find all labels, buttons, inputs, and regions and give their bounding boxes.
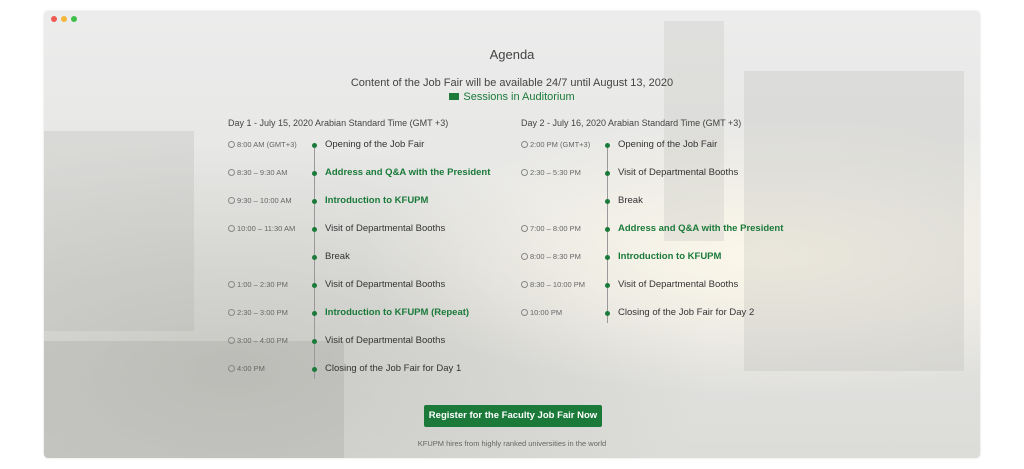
session-label: Opening of the Job Fair <box>618 139 718 150</box>
auditorium-session-label[interactable]: Introduction to KFUPM <box>325 195 428 206</box>
timeline-bullet <box>312 283 317 288</box>
clock-icon <box>228 197 235 204</box>
session-time-text: 8:00 AM (GMT+3) <box>237 140 297 149</box>
timeline-bullet <box>312 367 317 372</box>
session-time: 2:30 – 5:30 PM <box>521 168 581 177</box>
auditorium-session-label[interactable]: Address and Q&A with the President <box>618 223 783 234</box>
clock-icon <box>521 169 528 176</box>
background-building <box>744 71 964 371</box>
clock-icon <box>228 365 235 372</box>
register-button[interactable]: Register for the Faculty Job Fair Now <box>424 405 602 427</box>
session-label: Break <box>618 195 643 206</box>
browser-window: Agenda Content of the Job Fair will be a… <box>44 11 980 458</box>
session-time-text: 10:00 PM <box>530 308 563 317</box>
session-time: 8:00 AM (GMT+3) <box>228 140 297 149</box>
window-controls <box>51 16 77 22</box>
day2-schedule: Day 2 - July 16, 2020 Arabian Standard T… <box>521 118 783 323</box>
session-label: Opening of the Job Fair <box>325 139 425 150</box>
session-time: 8:30 – 10:00 PM <box>521 280 585 289</box>
session-time-text: 3:00 – 4:00 PM <box>237 336 288 345</box>
timeline-bullet <box>312 227 317 232</box>
timeline-bullet <box>312 311 317 316</box>
clock-icon <box>228 141 235 148</box>
page-title: Agenda <box>489 47 535 62</box>
auditorium-session-label[interactable]: Address and Q&A with the President <box>325 167 490 178</box>
session-time-text: 8:30 – 9:30 AM <box>237 168 288 177</box>
timeline-bullet <box>605 283 610 288</box>
timeline-bullet <box>312 171 317 176</box>
session-time: 8:30 – 9:30 AM <box>228 168 287 177</box>
session-label: Visit of Departmental Booths <box>618 167 739 178</box>
clock-icon <box>521 309 528 316</box>
timeline-bullet <box>312 143 317 148</box>
timeline-bullet <box>605 227 610 232</box>
clock-icon <box>521 281 528 288</box>
session-time: 10:00 PM <box>521 308 562 317</box>
session-time-text: 8:00 – 8:30 PM <box>530 252 581 261</box>
session-label: Closing of the Job Fair for Day 1 <box>325 363 462 374</box>
session-time: 2:00 PM (GMT+3) <box>521 140 590 149</box>
legend-label: Sessions in Auditorium <box>463 91 575 103</box>
auditorium-session-label[interactable]: Introduction to KFUPM <box>618 251 721 262</box>
timeline-bullet <box>605 199 610 204</box>
timeline-bullet <box>605 255 610 260</box>
clock-icon <box>521 253 528 260</box>
background-building <box>44 131 194 331</box>
session-time-text: 1:00 – 2:30 PM <box>237 280 288 289</box>
session-time-text: 8:30 – 10:00 PM <box>530 280 586 289</box>
session-time-text: 7:00 – 8:00 PM <box>530 224 581 233</box>
close-dot-icon[interactable] <box>51 16 57 22</box>
session-time-text: 4:00 PM <box>237 364 265 373</box>
clock-icon <box>228 169 235 176</box>
clock-icon <box>228 337 235 344</box>
clock-icon <box>521 141 528 148</box>
timeline-bullet <box>312 199 317 204</box>
availability-note: Content of the Job Fair will be availabl… <box>350 77 674 89</box>
legend: Sessions in Auditorium <box>44 91 980 103</box>
session-label: Visit of Departmental Booths <box>325 223 446 234</box>
clock-icon <box>228 281 235 288</box>
session-label: Visit of Departmental Booths <box>325 335 446 346</box>
day1-schedule: Day 1 - July 15, 2020 Arabian Standard T… <box>228 118 490 379</box>
clock-icon <box>521 225 528 232</box>
session-time: 8:00 – 8:30 PM <box>521 252 581 261</box>
session-time-text: 2:30 – 3:00 PM <box>237 308 288 317</box>
timeline-bullet <box>312 339 317 344</box>
session-time: 7:00 – 8:00 PM <box>521 224 581 233</box>
session-time-text: 2:30 – 5:30 PM <box>530 168 581 177</box>
session-time: 10:00 – 11:30 AM <box>228 224 295 233</box>
day1-heading: Day 1 - July 15, 2020 Arabian Standard T… <box>228 118 449 128</box>
session-label: Closing of the Job Fair for Day 2 <box>618 307 755 318</box>
day2-heading: Day 2 - July 16, 2020 Arabian Standard T… <box>521 118 742 128</box>
auditorium-swatch-icon <box>449 93 460 100</box>
minimize-dot-icon[interactable] <box>61 16 67 22</box>
timeline-bullet <box>312 255 317 260</box>
session-time-text: 10:00 – 11:30 AM <box>237 224 296 233</box>
timeline-bullet <box>605 171 610 176</box>
session-label: Break <box>325 251 350 262</box>
footer-note: KFUPM hires from highly ranked universit… <box>417 439 607 448</box>
session-time: 9:30 – 10:00 AM <box>228 196 292 205</box>
session-label: Visit of Departmental Booths <box>325 279 446 290</box>
timeline-bullet <box>605 311 610 316</box>
session-time: 4:00 PM <box>228 364 265 373</box>
session-time: 3:00 – 4:00 PM <box>228 336 288 345</box>
clock-icon <box>228 309 235 316</box>
maximize-dot-icon[interactable] <box>71 16 77 22</box>
session-label: Visit of Departmental Booths <box>618 279 739 290</box>
timeline-bullet <box>605 143 610 148</box>
auditorium-session-label[interactable]: Introduction to KFUPM (Repeat) <box>325 307 469 318</box>
clock-icon <box>228 225 235 232</box>
session-time: 1:00 – 2:30 PM <box>228 280 288 289</box>
session-time-text: 2:00 PM (GMT+3) <box>530 140 591 149</box>
session-time: 2:30 – 3:00 PM <box>228 308 288 317</box>
session-time-text: 9:30 – 10:00 AM <box>237 196 292 205</box>
